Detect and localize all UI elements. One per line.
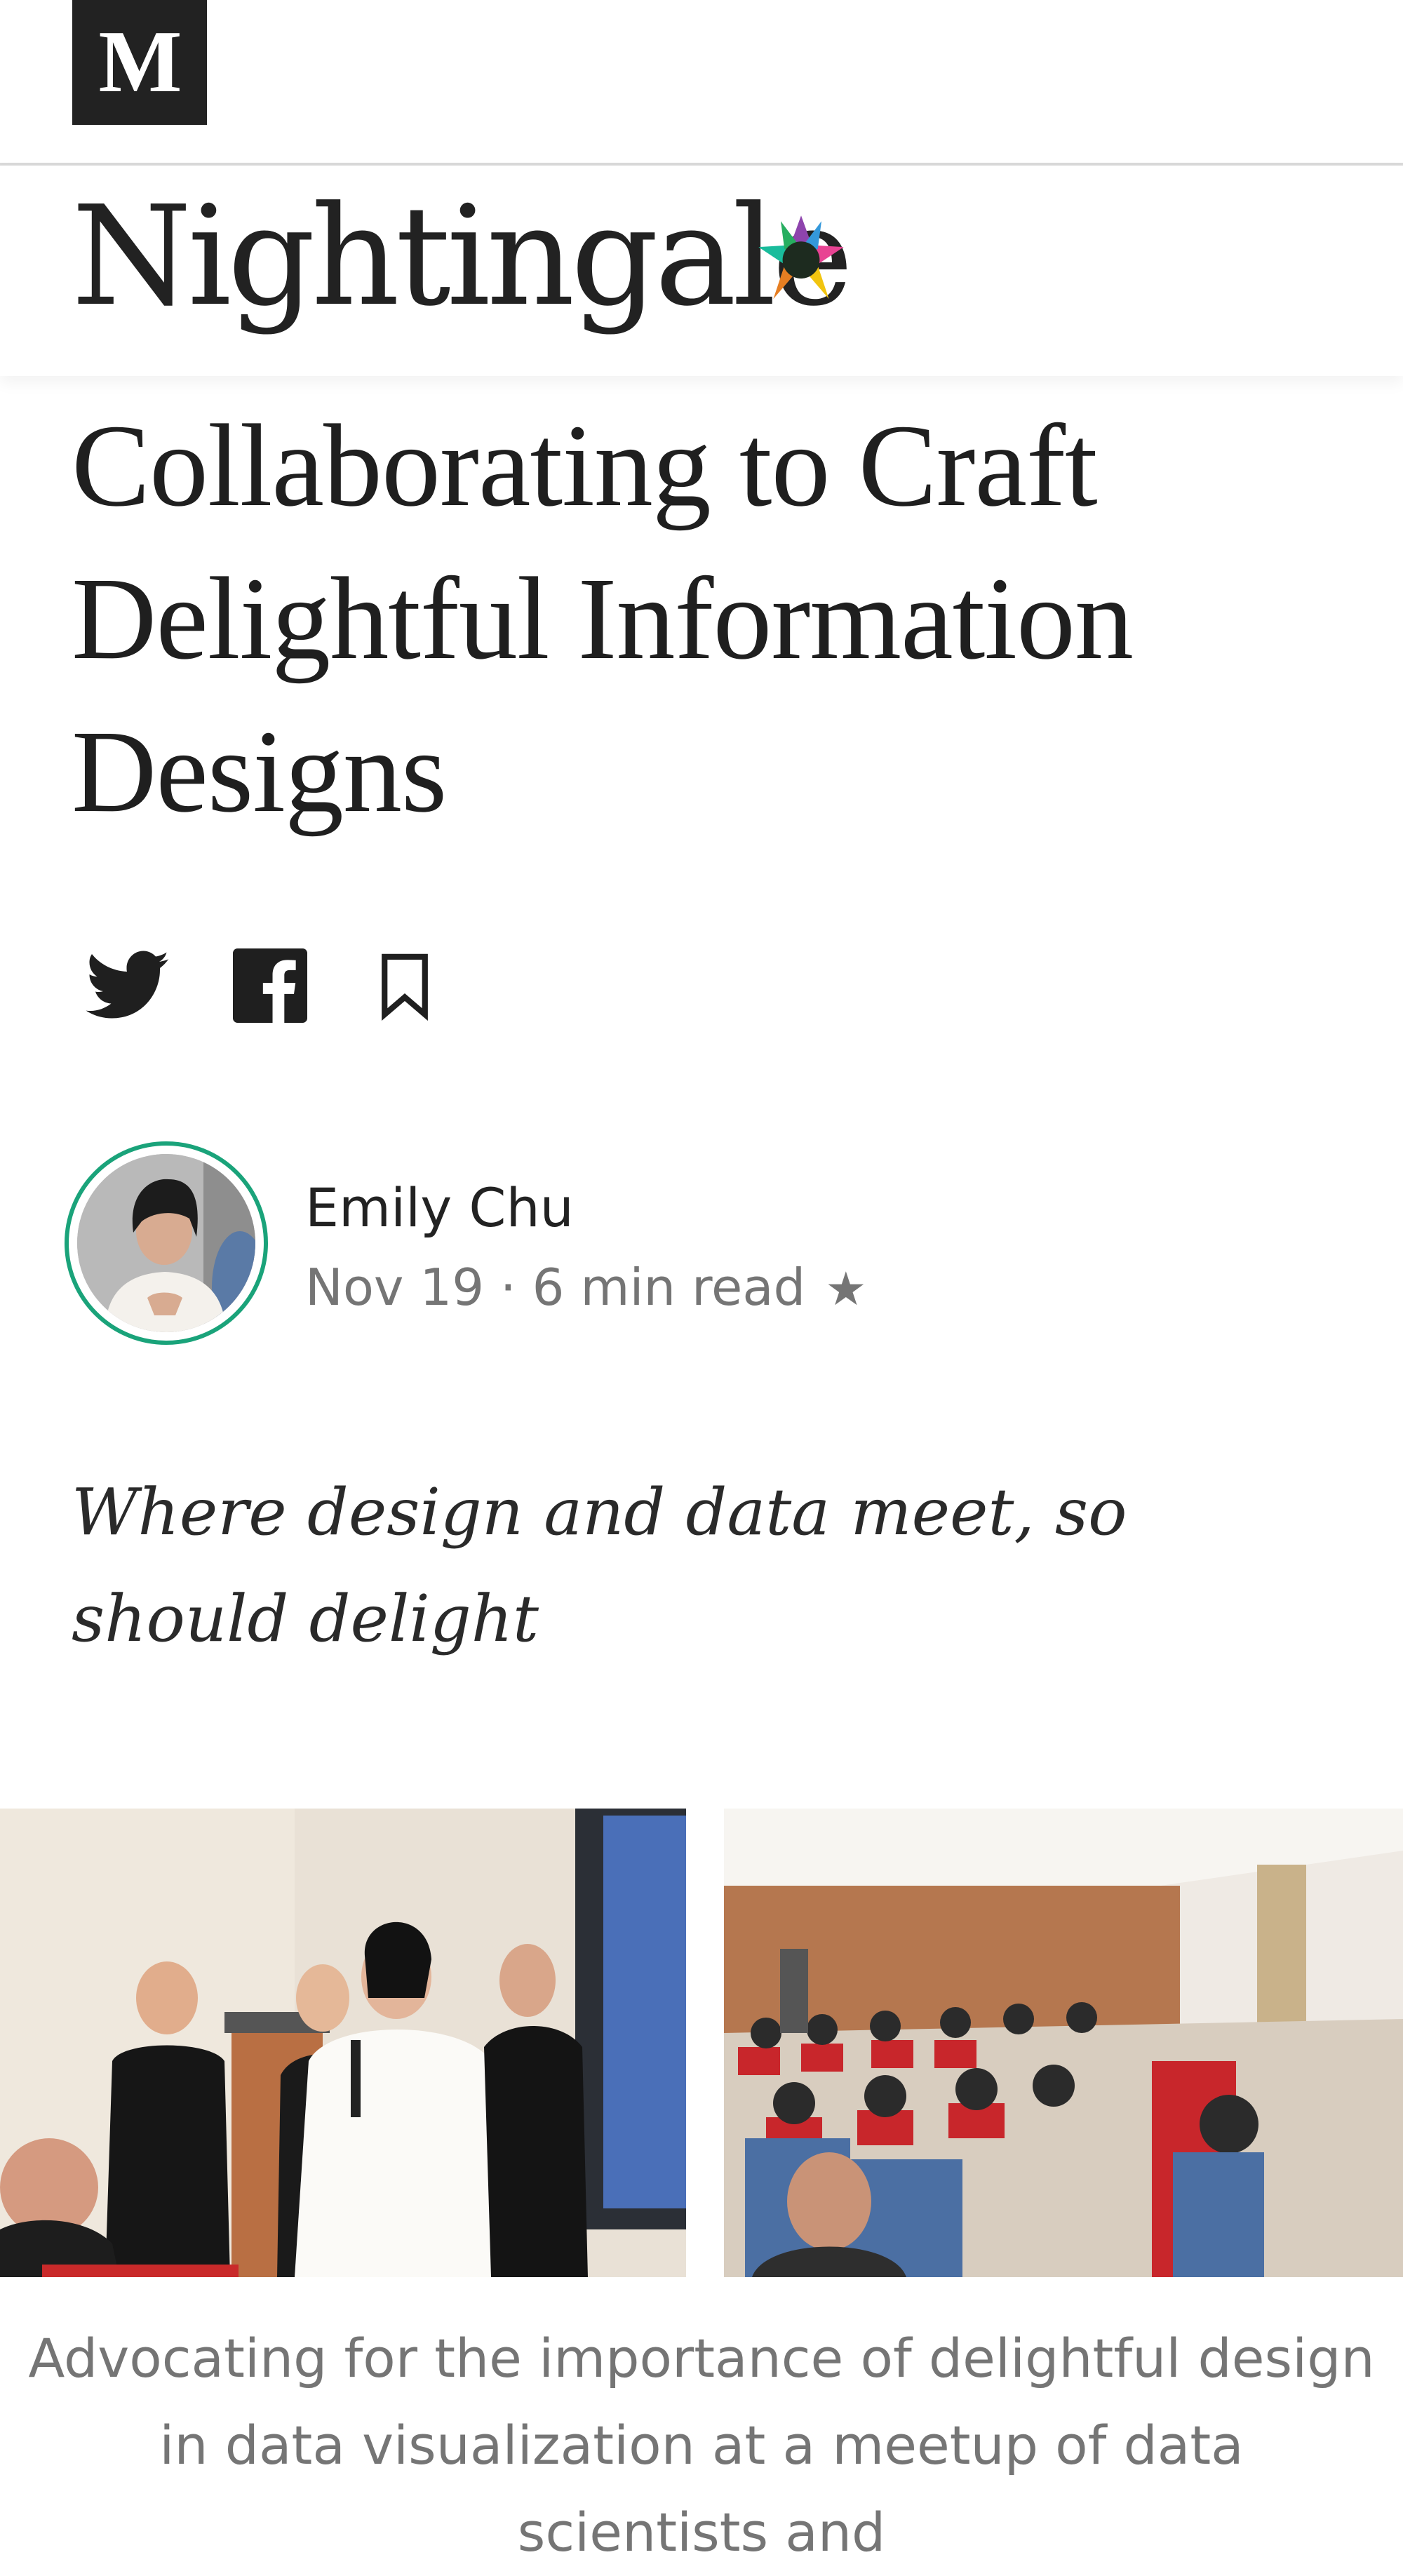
top-bar: M bbox=[0, 0, 1403, 166]
member-star-icon: ★ bbox=[825, 1262, 867, 1316]
author-avatar[interactable] bbox=[65, 1141, 268, 1345]
article-title: Collaborating to Craft Delightful Inform… bbox=[72, 401, 1134, 837]
avatar bbox=[77, 1154, 255, 1332]
facebook-icon bbox=[233, 948, 307, 1023]
article-meta: Nov 19 · 6 min read ★ bbox=[305, 1252, 866, 1324]
star-logo-icon bbox=[758, 215, 844, 300]
facebook-share-button[interactable] bbox=[231, 947, 309, 1024]
event-photo-audience bbox=[724, 1809, 1403, 2277]
article-subtitle: Where design and data meet, so should de… bbox=[72, 1475, 1127, 1656]
event-photo-speaker bbox=[0, 1809, 686, 2277]
bookmark-icon bbox=[382, 953, 428, 1021]
bookmark-button[interactable] bbox=[377, 947, 433, 1024]
twitter-share-button[interactable] bbox=[83, 947, 174, 1024]
avatar-photo bbox=[77, 1154, 255, 1332]
medium-logo[interactable]: M bbox=[72, 0, 207, 125]
author-name[interactable]: Emily Chu bbox=[305, 1173, 574, 1243]
date-readtime: Nov 19 · 6 min read bbox=[305, 1258, 806, 1317]
twitter-icon bbox=[86, 951, 169, 1019]
publication-name[interactable]: Nightingale bbox=[72, 173, 854, 341]
image-caption: Advocating for the importance of delight… bbox=[28, 2327, 1375, 2563]
